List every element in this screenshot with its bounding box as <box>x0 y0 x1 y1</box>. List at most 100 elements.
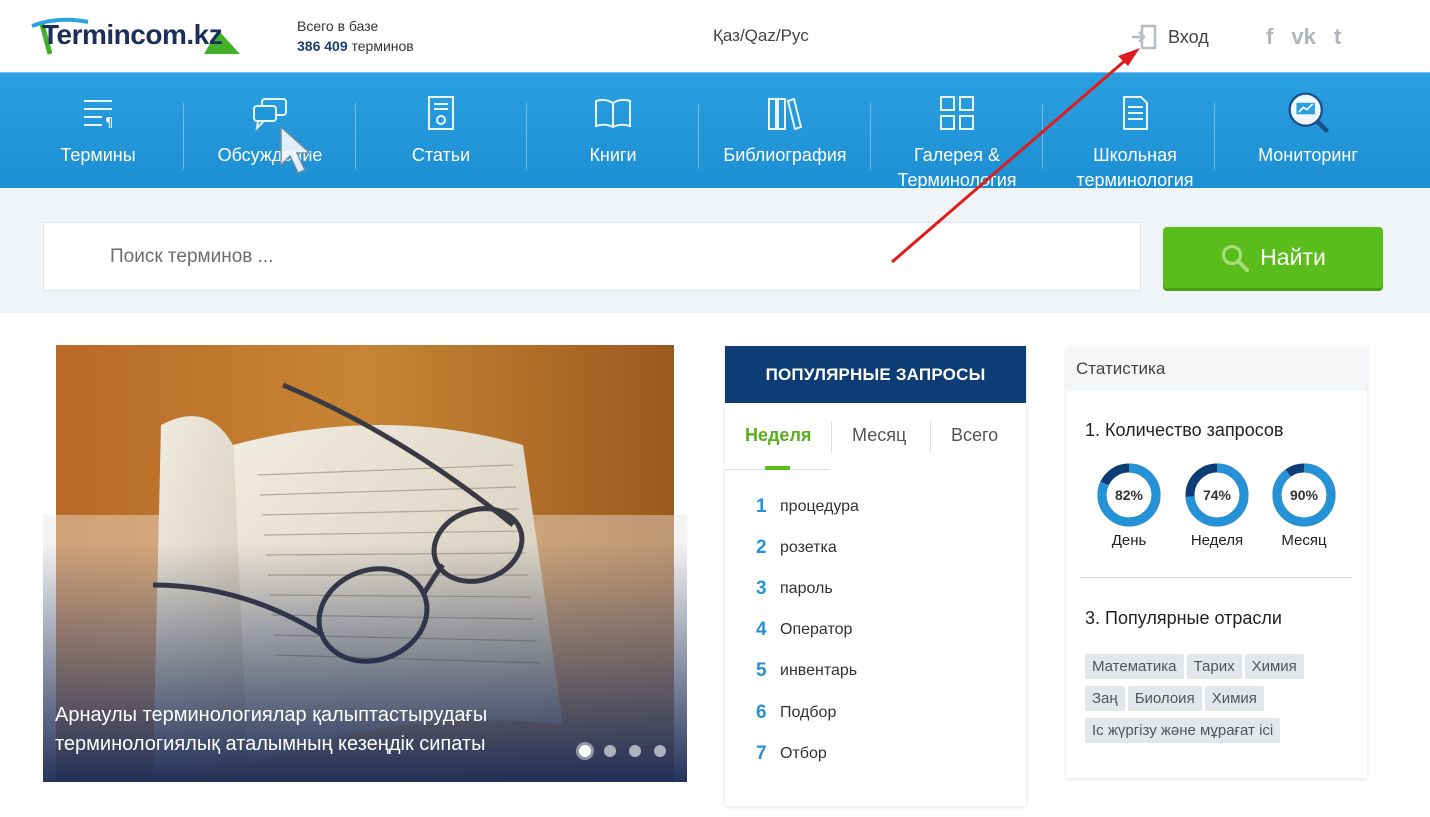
facebook-icon[interactable]: f <box>1266 24 1273 50</box>
base-label: Всего в базе <box>297 18 379 34</box>
nav-divider <box>1214 103 1215 169</box>
list-item[interactable]: 1 процедура <box>756 486 859 527</box>
popular-list: 1 процедура 2 розетка 3 пароль 4 Оператор 5и… <box>756 486 859 774</box>
twitter-icon[interactable]: t <box>1334 24 1341 50</box>
tab-month[interactable]: Месяц <box>852 425 906 446</box>
period-tabs: Неделя Месяц Всего <box>725 403 1026 470</box>
slider-dot-3[interactable] <box>629 745 641 757</box>
industry-tag[interactable]: Математика <box>1085 654 1184 679</box>
search-icon <box>1222 244 1250 272</box>
tab-divider <box>831 421 832 453</box>
login-link[interactable]: Вход <box>1130 24 1209 50</box>
statistics-title: Статистика <box>1066 346 1367 391</box>
slider-dot-1[interactable] <box>579 745 591 757</box>
login-label: Вход <box>1168 26 1209 47</box>
query-text: инвентарь <box>780 662 858 680</box>
donut-percent: 74% <box>1202 487 1232 503</box>
tab-all[interactable]: Всего <box>951 425 998 446</box>
tab-divider <box>930 421 931 453</box>
nav-item-discussion[interactable]: Обсуждение <box>184 73 356 189</box>
list-icon: ¶ <box>84 100 113 131</box>
gallery-icon <box>940 96 974 130</box>
login-icon <box>1132 24 1157 50</box>
query-text: Оператор <box>780 621 853 639</box>
nav-item-bibliography[interactable]: Библиография <box>699 73 871 189</box>
nav-item-monitoring[interactable]: Мониторинг <box>1222 73 1394 189</box>
svg-text:¶: ¶ <box>105 116 113 131</box>
popular-requests-panel: ПОПУЛЯРНЫЕ ЗАПРОСЫ Неделя Месяц Всего 1п… <box>725 346 1026 806</box>
list-item[interactable]: 7 Отбор <box>756 733 859 774</box>
term-count: 386 409 <box>297 38 348 54</box>
nav-item-gallery[interactable]: Галерея & Терминология <box>871 73 1043 190</box>
industries-heading: 3. Популярные отрасли <box>1085 608 1282 628</box>
nav-divider <box>1042 103 1043 169</box>
industry-tag[interactable]: Тарих <box>1186 654 1242 679</box>
rank-number: 1 <box>756 495 767 517</box>
rank-number: 6 <box>756 701 767 723</box>
search-box <box>43 222 1141 291</box>
term-unit: терминов <box>351 38 414 54</box>
slider-dots <box>579 745 666 757</box>
search-button[interactable]: Найти <box>1163 227 1383 288</box>
logo-text: Termincom.kz <box>42 19 223 50</box>
donut-percent: 82% <box>1114 487 1144 503</box>
slide-caption[interactable]: Арнаулы терминологиялар қалыптастырудағы… <box>55 701 575 759</box>
active-tab-indicator <box>765 466 790 470</box>
donut-day: 82% День <box>1096 462 1162 549</box>
term-count-info: Всего в базе 386 409 терминов <box>297 16 414 56</box>
nav-item-books[interactable]: Книги <box>527 73 699 189</box>
query-text: розетка <box>780 538 837 556</box>
rank-number: 2 <box>756 536 767 558</box>
industry-tag[interactable]: Биолоия <box>1127 686 1202 711</box>
nav-item-terms[interactable]: ¶ Термины <box>12 73 184 189</box>
query-text: Подбор <box>780 703 837 721</box>
list-item[interactable]: 2 розетка <box>756 527 859 568</box>
tab-week[interactable]: Неделя <box>745 425 811 446</box>
donut-label: День <box>1111 532 1147 549</box>
list-item[interactable]: 5 инвентарь <box>756 651 859 692</box>
nav-label: Галерея & Терминология <box>897 145 1017 190</box>
document-icon <box>1123 96 1148 130</box>
industry-tag[interactable]: Іс жүргізу және мұрағат ісі <box>1085 718 1281 743</box>
list-item[interactable]: 3 пароль <box>756 568 859 609</box>
industry-tags: Математика Тарих Химия Заң Биолоия Химия Іс … <box>1085 654 1355 750</box>
nav-label: Обсуждение <box>217 145 323 165</box>
rank-number: 5 <box>756 660 767 682</box>
query-text: процедура <box>780 497 859 515</box>
site-logo[interactable]: Termincom.kz <box>28 14 244 58</box>
requests-heading: 1. Количество запросов <box>1085 420 1284 440</box>
donut-label: Месяц <box>1281 532 1327 549</box>
search-button-label: Найти <box>1260 244 1326 270</box>
donut-week: 74% Неделя <box>1184 462 1250 549</box>
news-slider[interactable]: Арнаулы терминологиялар қалыптастырудағы… <box>43 345 687 782</box>
book-icon <box>595 98 631 129</box>
industry-tag[interactable]: Химия <box>1204 686 1264 711</box>
rank-number: 3 <box>756 577 767 599</box>
vk-icon[interactable]: vk <box>1291 24 1315 50</box>
popular-title: ПОПУЛЯРНЫЕ ЗАПРОСЫ <box>725 346 1026 403</box>
list-item[interactable]: 4 Оператор <box>756 610 859 651</box>
nav-item-articles[interactable]: Статьи <box>355 73 527 189</box>
article-icon <box>428 96 454 130</box>
chat-icon <box>253 98 287 131</box>
industry-tag[interactable]: Химия <box>1244 654 1304 679</box>
social-links: f vk t <box>1266 24 1341 50</box>
main-navigation: ¶ Термины Обсуждение Статьи Книги Библио… <box>0 72 1430 190</box>
search-input[interactable] <box>110 243 1110 271</box>
search-section: Найти <box>0 188 1430 313</box>
site-header: Termincom.kz Всего в базе 386 409 термин… <box>0 0 1430 72</box>
rank-number: 4 <box>756 619 767 641</box>
slider-dot-4[interactable] <box>654 745 666 757</box>
nav-label: Школьная терминология <box>1076 145 1194 190</box>
slider-dot-2[interactable] <box>604 745 616 757</box>
rank-number: 7 <box>756 742 767 764</box>
list-item[interactable]: 6 Подбор <box>756 692 859 733</box>
nav-item-school-terminology[interactable]: Школьная терминология <box>1049 73 1221 190</box>
statistics-panel: Статистика 1. Количество запросов 82% Де… <box>1066 346 1367 778</box>
language-switcher[interactable]: Қаз/Qaz/Рус <box>713 26 809 46</box>
query-text: пароль <box>780 579 833 597</box>
nav-label: Библиография <box>723 145 847 165</box>
donut-month: 90% Месяц <box>1271 462 1337 549</box>
stats-divider <box>1080 577 1352 578</box>
industry-tag[interactable]: Заң <box>1085 686 1125 711</box>
